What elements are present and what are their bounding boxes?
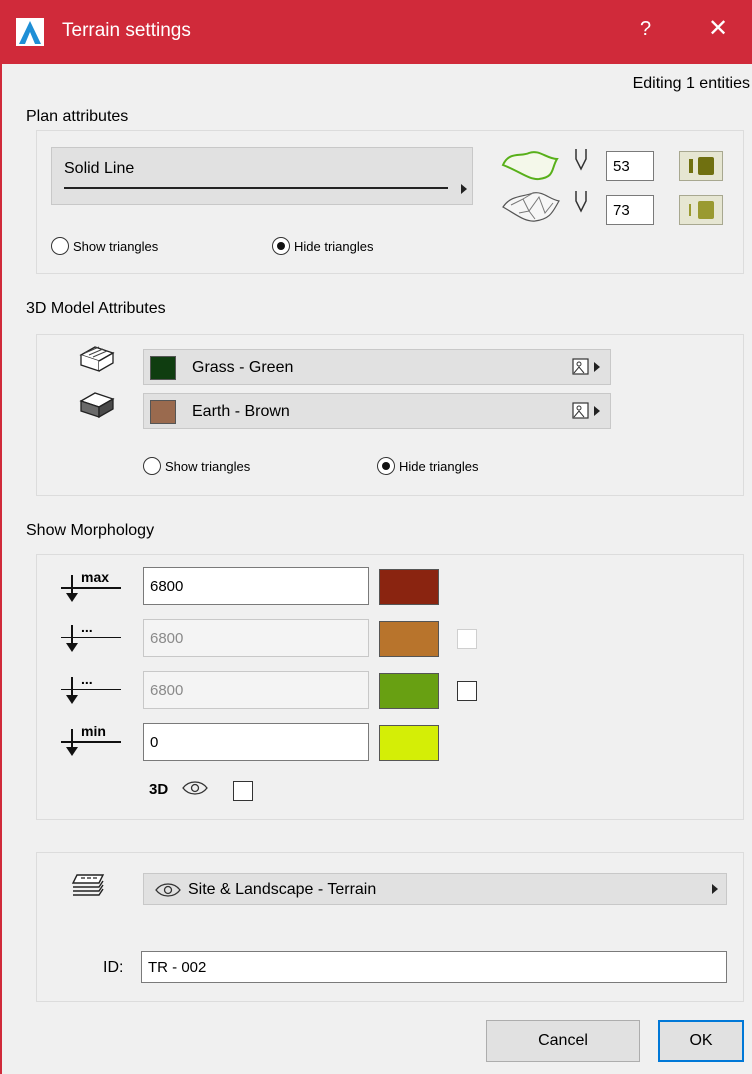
morphology-title: Show Morphology bbox=[26, 522, 155, 539]
contour-pen-color[interactable] bbox=[679, 151, 723, 181]
help-button[interactable]: ? bbox=[640, 18, 651, 41]
level-min-icon: min bbox=[61, 723, 123, 759]
side-surface-swatch bbox=[150, 400, 176, 424]
side-surface-icon bbox=[79, 392, 115, 419]
app-icon bbox=[16, 18, 44, 46]
fill-pen-field[interactable]: 73 bbox=[606, 195, 654, 225]
line-type-label: Solid Line bbox=[64, 160, 135, 177]
window-border bbox=[0, 64, 2, 1074]
level-mid-icon: ... bbox=[61, 619, 123, 657]
morphology-panel: max 6800 ... 6800 ... 6800 min 0 3D bbox=[36, 554, 744, 820]
image-icon bbox=[572, 402, 589, 419]
line-type-dropdown[interactable]: Solid Line bbox=[51, 147, 473, 205]
model-attributes-title: 3D Model Attributes bbox=[26, 300, 166, 317]
level-mid-icon: ... bbox=[61, 671, 123, 709]
level-mid2-checkbox[interactable] bbox=[457, 681, 477, 701]
top-surface-icon bbox=[79, 346, 115, 372]
hide-triangles-label: Hide triangles bbox=[294, 239, 374, 254]
arrow-right-icon bbox=[461, 184, 467, 194]
layer-panel: Site & Landscape - Terrain ID: TR - 002 bbox=[36, 852, 744, 1002]
plan-attributes-title: Plan attributes bbox=[26, 108, 129, 125]
contour-icon bbox=[501, 151, 559, 181]
id-label: ID: bbox=[103, 959, 124, 976]
show-triangles-label: Show triangles bbox=[73, 239, 159, 254]
hide-triangles-3d-radio[interactable] bbox=[377, 457, 395, 475]
level-mid2-color[interactable] bbox=[379, 673, 439, 709]
contour-pen-field[interactable]: 53 bbox=[606, 151, 654, 181]
cancel-button[interactable]: Cancel bbox=[486, 1020, 640, 1062]
level-max-field[interactable]: 6800 bbox=[143, 567, 369, 605]
level-mid2-field: 6800 bbox=[143, 671, 369, 709]
layer-stack-icon bbox=[71, 874, 105, 896]
window-title: Terrain settings bbox=[62, 20, 191, 41]
side-surface-dropdown[interactable]: Earth - Brown bbox=[143, 393, 611, 429]
level-max-color[interactable] bbox=[379, 569, 439, 605]
arrow-right-icon bbox=[712, 884, 718, 894]
show-triangles-3d-radio[interactable] bbox=[143, 457, 161, 475]
id-field[interactable]: TR - 002 bbox=[141, 951, 727, 983]
editing-status: Editing 1 entities bbox=[632, 75, 750, 92]
model-attributes-panel: Grass - Green Earth - Brown Show triangl… bbox=[36, 334, 744, 496]
top-surface-swatch bbox=[150, 356, 176, 380]
level-min-color[interactable] bbox=[379, 725, 439, 761]
hide-triangles-radio[interactable] bbox=[272, 237, 290, 255]
layer-dropdown[interactable]: Site & Landscape - Terrain bbox=[143, 873, 727, 905]
top-surface-label: Grass - Green bbox=[192, 359, 294, 376]
fill-pen-color[interactable] bbox=[679, 195, 723, 225]
threed-checkbox[interactable] bbox=[233, 781, 253, 801]
eye-icon bbox=[182, 781, 208, 795]
show-triangles-3d-label: Show triangles bbox=[165, 459, 251, 474]
level-min-field[interactable]: 0 bbox=[143, 723, 369, 761]
arrow-right-icon bbox=[594, 362, 600, 372]
level-max-icon: max bbox=[61, 569, 123, 605]
level-mid1-color[interactable] bbox=[379, 621, 439, 657]
arrow-right-icon bbox=[594, 406, 600, 416]
hide-triangles-3d-label: Hide triangles bbox=[399, 459, 479, 474]
top-surface-dropdown[interactable]: Grass - Green bbox=[143, 349, 611, 385]
close-button[interactable]: ✕ bbox=[708, 14, 728, 43]
level-mid1-field: 6800 bbox=[143, 619, 369, 657]
ok-button[interactable]: OK bbox=[658, 1020, 744, 1062]
title-bar: Terrain settings ? ✕ bbox=[0, 0, 752, 64]
mesh-icon bbox=[502, 192, 560, 222]
line-preview bbox=[64, 187, 448, 189]
side-surface-label: Earth - Brown bbox=[192, 403, 290, 420]
image-icon bbox=[572, 358, 589, 375]
layer-label: Site & Landscape - Terrain bbox=[188, 881, 377, 898]
pen-icon bbox=[575, 191, 587, 213]
show-triangles-radio[interactable] bbox=[51, 237, 69, 255]
threed-label: 3D bbox=[149, 781, 169, 798]
plan-attributes-panel: Solid Line 53 73 Show triangles Hide tri… bbox=[36, 130, 744, 274]
eye-icon bbox=[155, 883, 181, 897]
level-mid1-checkbox[interactable] bbox=[457, 629, 477, 649]
pen-icon bbox=[575, 149, 587, 171]
